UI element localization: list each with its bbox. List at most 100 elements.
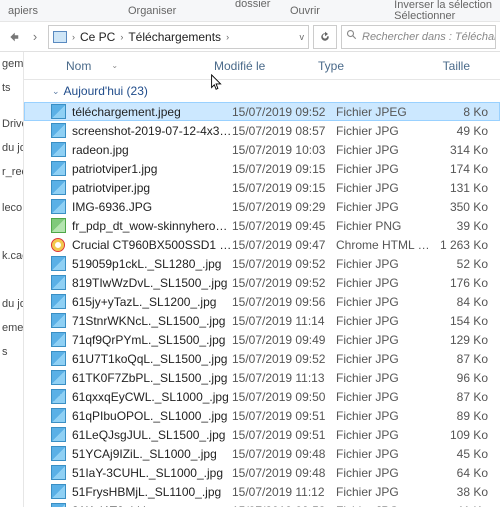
chevron-right-icon: ›: [223, 32, 232, 42]
file-type: Fichier JPG: [336, 504, 434, 507]
sidebar-item[interactable]: s: [0, 340, 23, 364]
file-modified: 15/07/2019 10:03: [232, 143, 336, 157]
file-modified: 15/07/2019 09:56: [232, 295, 336, 309]
file-row[interactable]: 31KqjAT0pbl.jpg15/07/2019 09:53Fichier J…: [24, 501, 500, 507]
column-modified[interactable]: Modifié le: [214, 59, 318, 73]
file-row[interactable]: IMG-6936.JPG15/07/2019 09:29Fichier JPG3…: [24, 197, 500, 216]
ribbon: apiers Organiser dossier Ouvrir Inverser…: [0, 0, 500, 22]
file-modified: 15/07/2019 11:13: [232, 371, 336, 385]
sidebar-item[interactable]: ements: [0, 316, 23, 340]
png-file-icon: [50, 218, 66, 234]
file-size: 49 Ko: [434, 124, 496, 138]
file-row[interactable]: 71qf9QrPYmL._SL1500_.jpg15/07/2019 09:49…: [24, 330, 500, 349]
file-type: Fichier JPG: [336, 124, 434, 138]
sidebar-item[interactable]: gem: [0, 52, 23, 76]
file-row[interactable]: screenshot-2019-07-12-4x3-1600x1200-hi..…: [24, 121, 500, 140]
jpg-file-icon: [50, 123, 66, 139]
breadcrumb-folder[interactable]: Téléchargements: [128, 30, 221, 44]
file-size: 45 Ko: [434, 447, 496, 461]
file-row[interactable]: 519059p1ckL._SL1280_.jpg15/07/2019 09:52…: [24, 254, 500, 273]
sidebar-item[interactable]: [0, 100, 23, 112]
sidebar-item[interactable]: [0, 220, 23, 232]
file-modified: 15/07/2019 09:15: [232, 181, 336, 195]
column-type[interactable]: Type: [318, 59, 416, 73]
sidebar-item[interactable]: k.cache: [0, 244, 23, 268]
file-row[interactable]: 51FrysHBMjL._SL1100_.jpg15/07/2019 11:12…: [24, 482, 500, 501]
file-modified: 15/07/2019 09:52: [232, 257, 336, 271]
file-row[interactable]: Crucial CT960BX500SSD1 SSD Interne BX5..…: [24, 235, 500, 254]
file-row[interactable]: fr_pdp_dt_wow-skinnyhero_1500x150_fr_...…: [24, 216, 500, 235]
file-size: 52 Ko: [434, 257, 496, 271]
file-row[interactable]: 61U7T1koQqL._SL1500_.jpg15/07/2019 09:52…: [24, 349, 500, 368]
sidebar-item[interactable]: [0, 280, 23, 292]
address-bar: › › Ce PC › Téléchargements › v Recherch…: [0, 22, 500, 52]
file-name: 51YCAj9IZiL._SL1000_.jpg: [72, 447, 232, 461]
dropdown-icon[interactable]: v: [300, 32, 305, 42]
sidebar-item[interactable]: leco: [0, 196, 23, 220]
file-modified: 15/07/2019 09:51: [232, 428, 336, 442]
file-type: Fichier JPG: [336, 181, 434, 195]
jpg-file-icon: [50, 370, 66, 386]
file-name: 61U7T1koQqL._SL1500_.jpg: [72, 352, 232, 366]
file-row[interactable]: 71StnrWKNcL._SL1500_.jpg15/07/2019 11:14…: [24, 311, 500, 330]
file-type: Fichier JPG: [336, 352, 434, 366]
sidebar-item[interactable]: [0, 232, 23, 244]
file-size: 38 Ko: [434, 485, 496, 499]
file-type: Fichier JPG: [336, 447, 434, 461]
file-row[interactable]: téléchargement.jpeg15/07/2019 09:52Fichi…: [24, 102, 500, 121]
chevron-right-icon: ›: [117, 32, 126, 42]
file-type: Fichier JPEG: [336, 105, 434, 119]
file-row[interactable]: 61TK0F7ZbPL._SL1500_.jpg15/07/2019 11:13…: [24, 368, 500, 387]
file-row[interactable]: 61qPIbuOPOL._SL1000_.jpg15/07/2019 09:51…: [24, 406, 500, 425]
nav-up-icon[interactable]: ›: [26, 28, 44, 46]
file-name: 71StnrWKNcL._SL1500_.jpg: [72, 314, 232, 328]
html-file-icon: [50, 237, 66, 253]
file-modified: 15/07/2019 09:47: [232, 238, 336, 252]
file-row[interactable]: 819TIwWzDvL._SL1500_.jpg15/07/2019 09:52…: [24, 273, 500, 292]
file-name: fr_pdp_dt_wow-skinnyhero_1500x150_fr_...: [72, 219, 232, 233]
breadcrumb[interactable]: › Ce PC › Téléchargements › v: [48, 25, 309, 49]
file-row[interactable]: 51YCAj9IZiL._SL1000_.jpg15/07/2019 09:48…: [24, 444, 500, 463]
file-row[interactable]: 51IaY-3CUHL._SL1000_.jpg15/07/2019 09:48…: [24, 463, 500, 482]
jpg-file-icon: [50, 408, 66, 424]
file-size: 89 Ko: [434, 409, 496, 423]
file-row[interactable]: 61LeQJsgJUL._SL1500_.jpg15/07/2019 09:51…: [24, 425, 500, 444]
sidebar-item[interactable]: du jo: [0, 136, 23, 160]
search-placeholder: Rechercher dans : Télécharge...: [362, 31, 496, 43]
file-type: Fichier JPG: [336, 295, 434, 309]
file-name: patriotviper.jpg: [72, 181, 232, 195]
sidebar-item[interactable]: Drive: [0, 112, 23, 136]
file-type: Fichier JPG: [336, 314, 434, 328]
file-row[interactable]: 615jy+yTazL._SL1200_.jpg15/07/2019 09:56…: [24, 292, 500, 311]
group-header[interactable]: ⌄Aujourd'hui (23): [24, 80, 500, 102]
column-size[interactable]: Taille: [416, 59, 478, 73]
file-size: 87 Ko: [434, 390, 496, 404]
search-input[interactable]: Rechercher dans : Télécharge...: [341, 25, 496, 49]
sidebar-item[interactable]: ts: [0, 76, 23, 100]
search-icon: [346, 29, 358, 44]
file-size: 109 Ko: [434, 428, 496, 442]
breadcrumb-root[interactable]: Ce PC: [80, 30, 115, 44]
nav-back-icon[interactable]: [4, 28, 22, 46]
jpg-file-icon: [50, 313, 66, 329]
jpg-file-icon: [50, 503, 66, 507]
file-type: Fichier JPG: [336, 390, 434, 404]
file-name: IMG-6936.JPG: [72, 200, 232, 214]
sidebar-item[interactable]: du jour: [0, 292, 23, 316]
file-name: 519059p1ckL._SL1280_.jpg: [72, 257, 232, 271]
file-modified: 15/07/2019 09:53: [232, 504, 336, 507]
file-modified: 15/07/2019 09:52: [232, 352, 336, 366]
sidebar-item[interactable]: r_recher: [0, 160, 23, 184]
column-name[interactable]: Nom ⌄: [24, 59, 214, 73]
file-name: 615jy+yTazL._SL1200_.jpg: [72, 295, 232, 309]
sidebar-item[interactable]: [0, 268, 23, 280]
file-row[interactable]: 61qxxqEyCWL._SL1000_.jpg15/07/2019 09:50…: [24, 387, 500, 406]
file-row[interactable]: patriotviper.jpg15/07/2019 09:15Fichier …: [24, 178, 500, 197]
file-row[interactable]: radeon.jpg15/07/2019 10:03Fichier JPG314…: [24, 140, 500, 159]
file-type: Chrome HTML Do...: [336, 238, 434, 252]
file-row[interactable]: patriotviper1.jpg15/07/2019 09:15Fichier…: [24, 159, 500, 178]
jpg-file-icon: [50, 294, 66, 310]
column-headers: Nom ⌄ Modifié le Type Taille: [24, 52, 500, 80]
sidebar-item[interactable]: [0, 184, 23, 196]
refresh-button[interactable]: [313, 25, 337, 49]
